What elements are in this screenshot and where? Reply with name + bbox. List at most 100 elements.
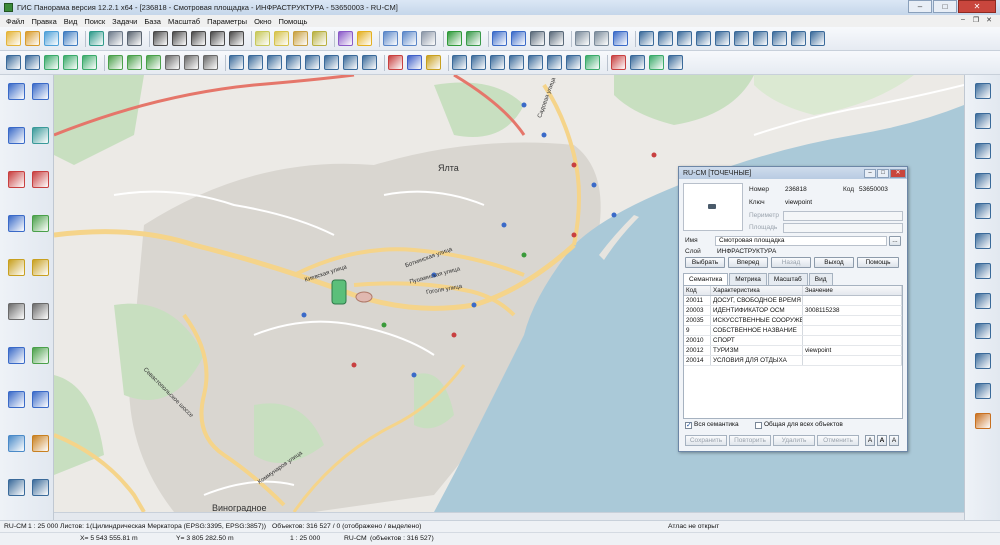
pencil-tool-icon[interactable] — [8, 259, 25, 276]
lightning-icon[interactable] — [357, 31, 372, 46]
brush-tool-icon[interactable] — [32, 259, 49, 276]
cell-value[interactable]: viewpoint — [803, 346, 902, 355]
cell-code[interactable]: 20035 — [684, 316, 711, 325]
properties-close-button[interactable]: ✕ — [890, 168, 906, 178]
font-smaller-button[interactable]: A — [865, 435, 875, 446]
move-tool-icon[interactable] — [32, 215, 49, 232]
split-icon[interactable] — [509, 55, 524, 70]
line-tool-icon[interactable] — [32, 83, 49, 100]
vertex-icon[interactable] — [975, 143, 991, 159]
mdi-restore-button[interactable]: ❐ — [971, 16, 981, 25]
menu-search[interactable]: Поиск — [84, 17, 105, 26]
symbol-icon[interactable] — [975, 233, 991, 249]
rotate-object-icon[interactable] — [146, 55, 161, 70]
all-semantics-checkbox[interactable] — [685, 421, 692, 429]
tab-metrics[interactable]: Метрика — [729, 273, 767, 285]
spline-icon[interactable] — [324, 55, 339, 70]
gear-tool-icon[interactable] — [32, 435, 49, 452]
cell-characteristic[interactable]: ДОСУГ, СВОБОДНОЕ ВРЕМЯ — [711, 296, 803, 305]
cell-code[interactable]: 20011 — [684, 296, 711, 305]
find-next-icon[interactable] — [191, 31, 206, 46]
menu-view[interactable]: Вид — [64, 17, 78, 26]
photo-tool-icon[interactable] — [8, 435, 25, 452]
line-copy-icon[interactable] — [734, 31, 749, 46]
select-layer-icon[interactable] — [293, 31, 308, 46]
snap-icon[interactable] — [668, 55, 683, 70]
exit-button[interactable]: Выход — [814, 257, 854, 268]
zoom-out-icon[interactable] — [402, 31, 417, 46]
intersect-icon[interactable] — [566, 55, 581, 70]
cell-value[interactable] — [803, 326, 902, 335]
glue-icon[interactable] — [471, 55, 486, 70]
table-row[interactable]: 20035 ИСКУССТВЕННЫЕ СООРУЖЕН — [684, 316, 902, 326]
select-icon[interactable] — [255, 31, 270, 46]
merge-icon[interactable] — [490, 55, 505, 70]
line-join-icon[interactable] — [677, 31, 692, 46]
measure-icon[interactable] — [32, 127, 49, 144]
tab-view[interactable]: Вид — [808, 273, 833, 285]
unselect-icon[interactable] — [312, 31, 327, 46]
line-scale-icon[interactable] — [772, 31, 787, 46]
symbol-blue-icon[interactable] — [407, 55, 422, 70]
help-button[interactable]: Помощь — [857, 257, 899, 268]
node-icon[interactable] — [975, 173, 991, 189]
menu-window[interactable]: Окно — [254, 17, 271, 26]
back-button[interactable]: Назад — [771, 257, 811, 268]
check-icon[interactable] — [447, 31, 462, 46]
cell-value[interactable]: 3008115238 — [803, 306, 902, 315]
clear-icon[interactable] — [594, 31, 609, 46]
union-icon[interactable] — [528, 55, 543, 70]
cell-characteristic[interactable]: СПОРТ — [711, 336, 803, 345]
find-prev-icon[interactable] — [229, 31, 244, 46]
help-tool-icon[interactable] — [8, 127, 25, 144]
column-header-characteristic[interactable]: Характеристика — [711, 286, 803, 295]
line-split-icon[interactable] — [658, 31, 673, 46]
cut-tool-icon[interactable] — [8, 171, 25, 188]
diff-icon[interactable] — [547, 55, 562, 70]
text-edit-icon[interactable] — [184, 55, 199, 70]
name-field[interactable]: Смотровая площадка — [715, 236, 887, 246]
envelope-icon[interactable] — [630, 55, 645, 70]
line-mirror-icon[interactable] — [791, 31, 806, 46]
cursor-icon[interactable] — [492, 31, 507, 46]
move-object-icon[interactable] — [127, 55, 142, 70]
text-object-icon[interactable] — [530, 31, 545, 46]
mdi-close-button[interactable]: ✕ — [984, 16, 994, 25]
horizontal-scrollbar[interactable] — [54, 512, 964, 520]
parallel-icon[interactable] — [343, 55, 358, 70]
pen-tool-icon[interactable] — [8, 83, 25, 100]
cell-value[interactable] — [803, 316, 902, 325]
help-cursor-icon[interactable] — [613, 31, 628, 46]
symbol-yellow-icon[interactable] — [426, 55, 441, 70]
table-row[interactable]: 20010 СПОРТ — [684, 336, 902, 346]
find-area-icon[interactable] — [210, 31, 225, 46]
back-icon[interactable] — [466, 31, 481, 46]
select-button[interactable]: Выбрать — [685, 257, 725, 268]
vertex-edit-icon[interactable] — [639, 31, 654, 46]
edit-object-icon[interactable] — [6, 55, 21, 70]
cell-characteristic[interactable]: ИСКУССТВЕННЫЕ СООРУЖЕН — [711, 316, 803, 325]
new-map-icon[interactable] — [6, 31, 21, 46]
point-style-icon[interactable] — [975, 203, 991, 219]
tab-scale[interactable]: Масштаб — [767, 273, 808, 285]
node-delete-icon[interactable] — [267, 55, 282, 70]
color-wheel-icon[interactable] — [338, 31, 353, 46]
offset-icon[interactable] — [975, 263, 991, 279]
grid-icon[interactable] — [585, 55, 600, 70]
delete-point-icon[interactable] — [611, 55, 626, 70]
rotate-tool-icon[interactable] — [32, 391, 49, 408]
minimize-button[interactable]: – — [908, 0, 932, 13]
print-icon[interactable] — [108, 31, 123, 46]
table-row[interactable]: 20014 УСЛОВИЯ ДЛЯ ОТДЫХА — [684, 356, 902, 366]
cell-value[interactable] — [803, 336, 902, 345]
cell-code[interactable]: 20003 — [684, 306, 711, 315]
distribute-icon[interactable] — [975, 323, 991, 339]
cell-code[interactable]: 20012 — [684, 346, 711, 355]
save-button[interactable]: Сохранить — [685, 435, 727, 446]
maximize-button[interactable]: □ — [933, 0, 957, 13]
save-icon[interactable] — [63, 31, 78, 46]
point-tool-icon[interactable] — [32, 479, 49, 496]
export-icon[interactable] — [975, 413, 991, 429]
menu-scale[interactable]: Масштаб — [168, 17, 200, 26]
binoculars-icon[interactable] — [153, 31, 168, 46]
